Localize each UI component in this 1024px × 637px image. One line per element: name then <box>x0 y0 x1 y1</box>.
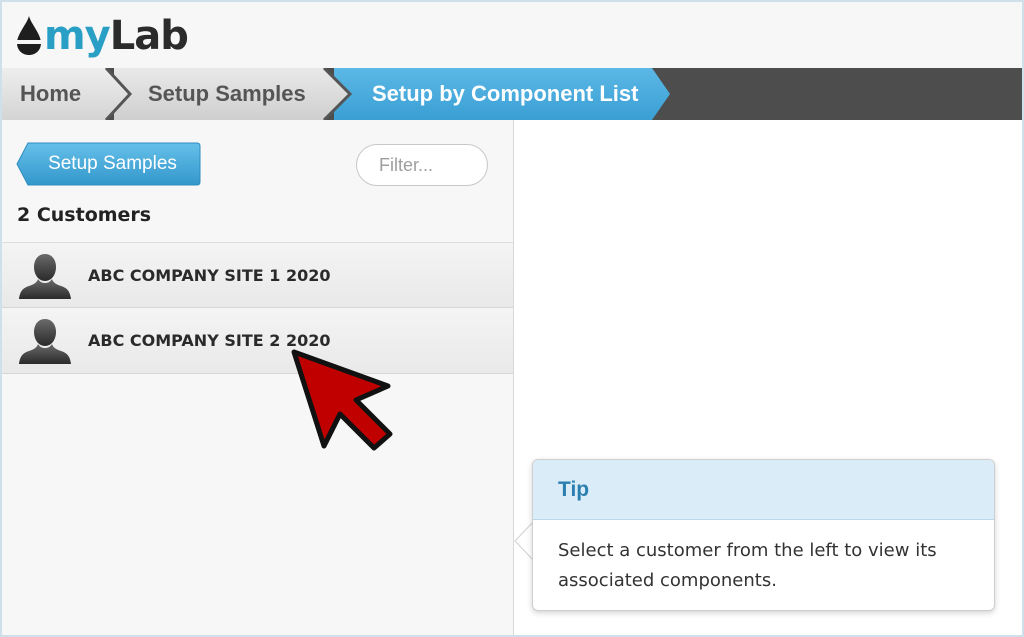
back-setup-samples-button[interactable]: Setup Samples <box>16 142 201 186</box>
breadcrumb-setup-by-component-list: Setup by Component List <box>372 81 639 106</box>
person-icon <box>19 254 71 299</box>
tip-text-line: associated components. <box>558 570 777 591</box>
filter-input[interactable] <box>356 144 488 186</box>
droplet-logo-icon <box>16 16 42 55</box>
header: my Lab <box>2 2 1022 68</box>
breadcrumb-home[interactable]: Home <box>20 68 81 120</box>
logo-text-lab: Lab <box>109 13 189 59</box>
app-logo[interactable]: my Lab <box>16 8 189 64</box>
logo-text-my: my <box>44 13 111 59</box>
tip-text-line: Select a customer from the left to view … <box>558 540 937 561</box>
customer-name: ABC COMPANY SITE 1 2020 <box>88 266 331 285</box>
customer-row[interactable]: ABC COMPANY SITE 2 2020 <box>2 308 513 374</box>
back-button-label: Setup Samples <box>48 153 177 174</box>
app-window: my Lab Home Setup Samples Setup by Compo… <box>0 0 1024 637</box>
customer-count: 2 Customers <box>17 204 152 226</box>
customer-panel: Setup Samples 2 Customers ABC COMPANY SI… <box>2 120 514 635</box>
customer-row[interactable]: ABC COMPANY SITE 1 2020 <box>2 242 513 308</box>
breadcrumb-setup-samples[interactable]: Setup Samples <box>148 68 306 120</box>
tip-body: Select a customer from the left to view … <box>533 520 994 596</box>
breadcrumb: Home Setup Samples Setup by Component Li… <box>2 68 1022 120</box>
tip-title: Tip <box>533 460 994 520</box>
person-icon <box>19 319 71 364</box>
customer-list: ABC COMPANY SITE 1 2020 ABC COMPANY SITE… <box>2 242 513 374</box>
pointer-arrow-icon <box>291 349 393 451</box>
tip-callout: Tip Select a customer from the left to v… <box>532 459 995 611</box>
